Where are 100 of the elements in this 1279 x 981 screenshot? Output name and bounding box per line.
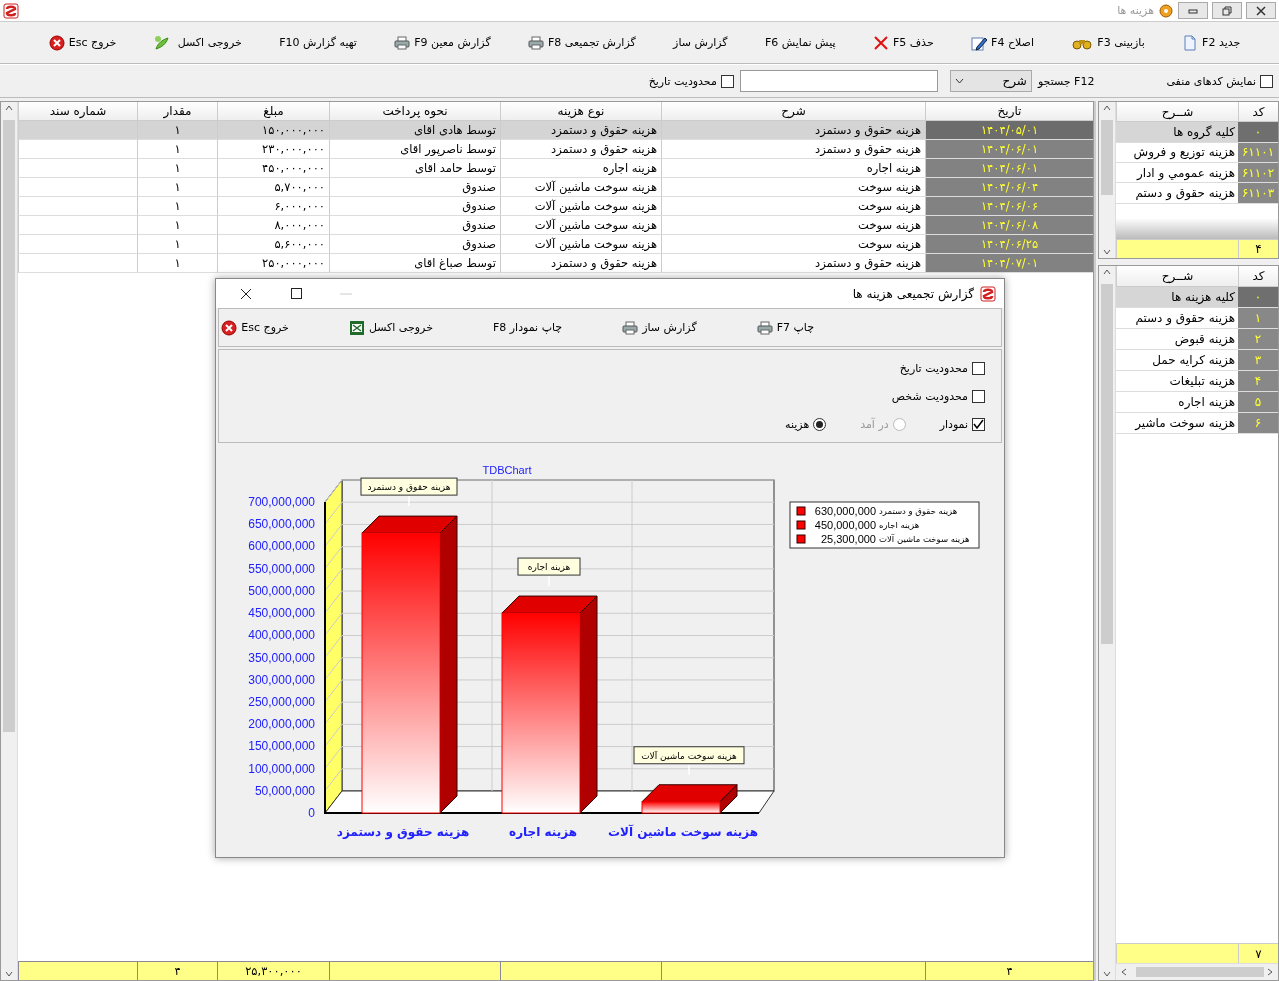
table-cell: هزینه سوخت ماشین آلات [500,178,661,197]
toolbar-button[interactable]: چاپ نمودار F8 [490,319,565,337]
table-cell: ۱ [137,178,217,197]
axis-tick-label: 600,000,000 [248,539,315,554]
close-icon [1256,5,1266,16]
axis-tick-label: 150,000,000 [248,739,315,754]
vertical-scrollbar[interactable] [1099,266,1116,980]
table-cell: ۱ [137,197,217,216]
table-cell: صندوق [329,216,500,235]
radio-label: در آمد [860,417,889,431]
close-button[interactable] [1246,2,1276,19]
category-label: هزینه اجاره [509,825,577,839]
axis-tick-label: 550,000,000 [248,561,315,576]
printer-icon [756,319,773,336]
column-header[interactable]: نوع هزینه [500,102,661,121]
close-icon [48,34,65,51]
horizontal-scrollbar[interactable] [1116,963,1278,980]
search-field[interactable] [739,70,938,92]
date-cell: ۱۴۰۴/۰۶/۰۱ [925,159,1093,178]
table-cell: ۲۳۰,۰۰۰,۰۰۰ [217,140,329,159]
toolbar-button[interactable]: خروجی اکسل [151,32,244,53]
toolbar-button[interactable]: گزارش ساز [620,317,699,338]
toolbar-button[interactable]: گزارش معین F9 [392,32,493,53]
printer-icon [622,319,639,336]
column-header: کد [1238,266,1278,287]
table-cell: توسط صباغ اقای [329,254,500,273]
chart-title: TDBChart [482,464,532,476]
column-header[interactable]: نحوه پرداخت [329,102,500,121]
printer-icon [394,34,411,51]
table-cell: ۶,۰۰۰,۰۰۰ [217,197,329,216]
axis-tick-label: 350,000,000 [248,650,315,665]
radio-button[interactable] [813,417,827,431]
axis-tick-label: 250,000,000 [248,694,315,709]
toolbar-button[interactable]: جدید F2 [1180,32,1243,53]
toolbar-button[interactable]: اصلاح F4 [969,32,1036,53]
table-cell: صندوق [329,235,500,254]
column-header[interactable]: شماره سند [18,102,137,121]
column-header: شــرح [1116,266,1238,287]
table-cell: ۱ [137,121,217,140]
table-cell: ۱۵۰,۰۰۰,۰۰۰ [217,121,329,140]
column-header[interactable]: شرح [661,102,925,121]
column-header[interactable]: مبلغ [217,102,329,121]
toolbar-button[interactable]: بازبینی F3 [1069,32,1147,53]
minimize-button[interactable] [1178,2,1208,19]
table-cell: توسط حامد اقای [329,159,500,178]
table-cell: هزینه حقوق و دستمزد [661,254,925,273]
scroll-up-icon[interactable] [1103,104,1111,112]
scroll-up-icon[interactable] [5,104,13,112]
dialog-title: گزارش تجمیعی هزینه ها [852,286,974,301]
vertical-scrollbar[interactable] [1,102,18,980]
checkbox-label: محدودیت تاریخ [648,74,717,88]
toolbar-button[interactable]: تهیه گزارش F10 [277,34,359,51]
scroll-right-icon[interactable] [1266,968,1274,976]
scroll-up-icon[interactable] [1103,268,1111,276]
toolbar-button[interactable]: حذف F5 [870,32,936,53]
toolbar-button[interactable]: خروجی اکسل [346,317,435,338]
annotation: هزینه سوخت ماشین آلات [641,749,738,761]
toolbar-button[interactable]: پیش نمایش F6 [762,34,838,51]
column-header[interactable]: تاریخ [925,102,1093,121]
name-cell[interactable]: کلیه هزینه ها [1116,287,1238,308]
spreadsheet-icon [348,319,365,336]
toolbar-button[interactable]: خروج Esc [219,317,291,338]
data-callout: هزینه سوخت ماشین آلات [633,746,745,765]
table-cell: هزینه اجاره [500,159,661,178]
table-cell: هزینه سوخت ماشین آلات [500,216,661,235]
toolbar-button[interactable]: گزارش ساز [671,34,730,51]
code-cell[interactable]: ۰ [1238,287,1278,308]
toolbar-button[interactable]: گزارش تجمیعی F8 [526,32,638,53]
name-cell[interactable]: کلیه گروه ها [1116,122,1238,143]
search-label: F12 جستجو [1037,74,1095,88]
date-cell: ۱۴۰۴/۰۶/۰۴ [925,178,1093,197]
scroll-down-icon[interactable] [1103,970,1111,978]
table-cell: هزینه حقوق و دستمزد [500,121,661,140]
scroll-left-icon[interactable] [1120,968,1128,976]
axis-tick-label: 0 [308,806,315,820]
checkbox-label: محدودیت شخص [891,389,968,403]
restore-button[interactable] [1212,2,1242,19]
scroll-down-icon[interactable] [1103,248,1111,256]
toolbar-button[interactable]: خروج Esc [46,32,119,53]
toolbar-button[interactable]: چاپ F7 [754,317,816,338]
document-icon [1182,34,1199,51]
search-column-dropdown[interactable]: شرح [949,70,1032,92]
column-header[interactable]: مقدار [137,102,217,121]
printer-icon [528,34,544,51]
checkbox[interactable] [972,389,985,403]
checkbox-label: محدودیت تاریخ [899,361,968,375]
checkbox[interactable] [972,417,985,431]
checkbox-label: نمایش کدهای منفی [1166,74,1256,88]
checkbox[interactable] [972,361,985,375]
scroll-down-icon[interactable] [5,970,13,978]
table-cell: توسط هادی اقای [329,121,500,140]
total-cell: ۴ [925,962,1093,980]
checkbox[interactable] [720,74,734,88]
checkbox[interactable] [1260,74,1273,88]
caret-icon [954,78,964,84]
date-cell: ۱۴۰۴/۰۶/۰۶ [925,197,1093,216]
table-cell: ۴۵۰,۰۰۰,۰۰۰ [217,159,329,178]
vertical-scrollbar[interactable] [1099,102,1116,258]
code-cell[interactable]: ۰ [1238,122,1278,143]
annotation: هزینه اجاره [527,562,571,573]
